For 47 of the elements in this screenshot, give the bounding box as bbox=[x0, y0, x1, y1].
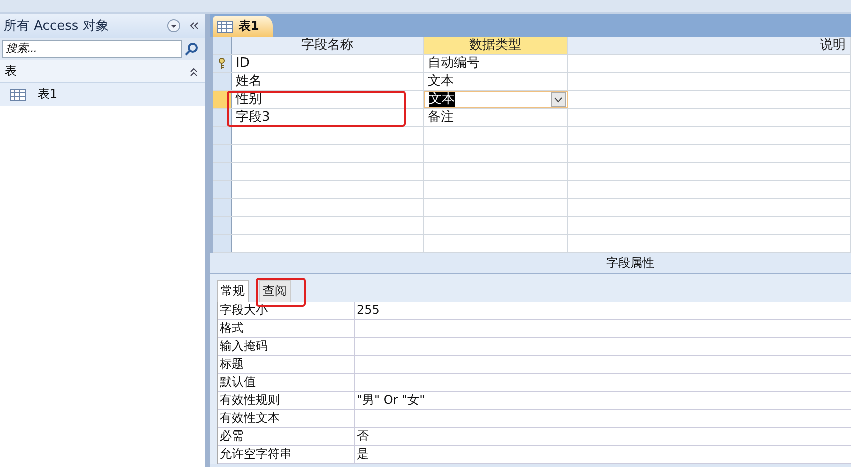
property-label: 格式 bbox=[218, 320, 355, 337]
property-value[interactable]: 255 bbox=[355, 302, 851, 319]
row-selector[interactable] bbox=[213, 217, 232, 234]
data-type-dropdown[interactable]: 文本 bbox=[424, 91, 568, 108]
row-selector[interactable] bbox=[213, 163, 232, 180]
property-label: 默认值 bbox=[218, 374, 355, 391]
table-icon bbox=[10, 88, 26, 100]
table-cell: ID bbox=[232, 55, 424, 72]
property-tab[interactable]: 常规 bbox=[217, 280, 249, 302]
table-cell: 自动编号 bbox=[424, 55, 568, 72]
row-selector[interactable] bbox=[213, 55, 232, 72]
property-label: 有效性规则 bbox=[218, 392, 355, 409]
table-cell: 姓名 bbox=[232, 73, 424, 90]
column-header: 数据类型 bbox=[424, 37, 568, 54]
row-selector[interactable] bbox=[213, 145, 232, 162]
dropdown-icon[interactable] bbox=[167, 19, 181, 33]
document-tab[interactable]: 表1 bbox=[213, 16, 274, 37]
row-selector[interactable] bbox=[213, 181, 232, 198]
property-label: 必需 bbox=[218, 428, 355, 445]
row-selector[interactable] bbox=[213, 127, 232, 144]
column-header: 说明 bbox=[568, 37, 851, 54]
search-icon[interactable] bbox=[185, 42, 199, 56]
property-label: 允许空字符串 bbox=[218, 446, 355, 463]
row-selector[interactable] bbox=[213, 199, 232, 216]
table-cell: 性别 bbox=[232, 91, 424, 108]
property-label: 标题 bbox=[218, 356, 355, 373]
table-cell: 文本 bbox=[424, 73, 568, 90]
double-chevron-icon bbox=[189, 21, 199, 31]
dropdown-button[interactable] bbox=[551, 92, 566, 107]
table-list-item[interactable]: 表1 bbox=[0, 83, 205, 106]
table-icon bbox=[217, 20, 233, 32]
search-field[interactable]: 搜索... bbox=[2, 40, 182, 58]
property-value[interactable]: 否 bbox=[355, 428, 851, 445]
property-label: 输入掩码 bbox=[218, 338, 355, 355]
table-cell: 备注 bbox=[424, 109, 568, 126]
caret-icon bbox=[554, 96, 563, 102]
row-selector[interactable] bbox=[213, 235, 232, 252]
corner-cell bbox=[213, 37, 232, 54]
section-header[interactable]: 表 bbox=[0, 60, 205, 83]
property-label: 有效性文本 bbox=[218, 410, 355, 427]
property-value[interactable]: 是 bbox=[355, 446, 851, 463]
key-icon bbox=[218, 58, 226, 70]
row-selector[interactable] bbox=[213, 73, 232, 90]
property-value[interactable]: "男" Or "女" bbox=[355, 392, 851, 409]
section-title: 字段属性 bbox=[210, 253, 851, 274]
property-tab[interactable]: 查阅 bbox=[259, 280, 291, 302]
table-cell: 字段3 bbox=[232, 109, 424, 126]
